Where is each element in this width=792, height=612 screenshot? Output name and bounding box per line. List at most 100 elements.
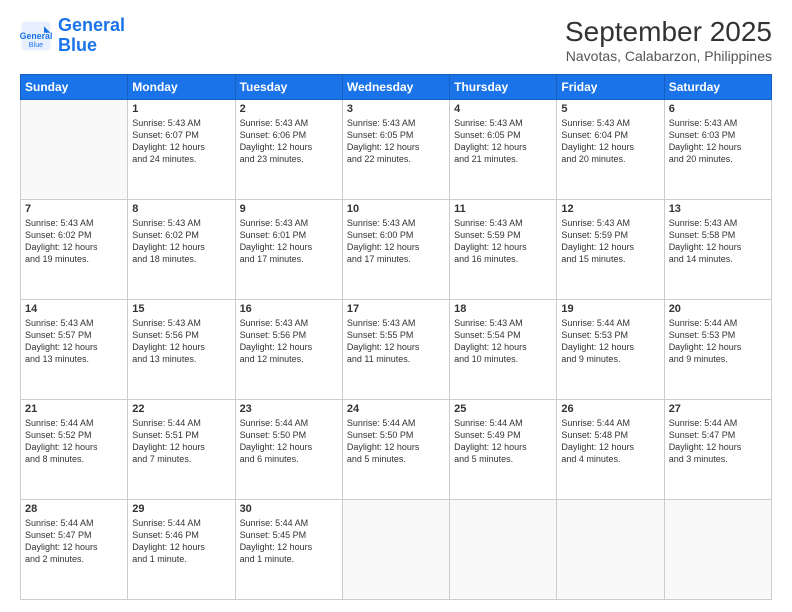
calendar-cell	[450, 500, 557, 600]
day-info: Sunrise: 5:44 AM Sunset: 5:49 PM Dayligh…	[454, 417, 552, 466]
col-wednesday: Wednesday	[342, 75, 449, 100]
day-number: 4	[454, 103, 552, 115]
day-info: Sunrise: 5:43 AM Sunset: 6:06 PM Dayligh…	[240, 117, 338, 166]
calendar-cell: 14 Sunrise: 5:43 AM Sunset: 5:57 PM Dayli…	[21, 300, 128, 400]
day-number: 6	[669, 103, 767, 115]
calendar-cell: 9Sunrise: 5:43 AM Sunset: 6:01 PM Daylig…	[235, 200, 342, 300]
day-number: 21	[25, 403, 123, 415]
day-info: Sunrise: 5:43 AM Sunset: 6:05 PM Dayligh…	[454, 117, 552, 166]
day-number: 24	[347, 403, 445, 415]
day-info: Sunrise: 5:43 AM Sunset: 6:03 PM Dayligh…	[669, 117, 767, 166]
day-info: Sunrise: 5:43 AM Sunset: 5:59 PM Dayligh…	[561, 217, 659, 266]
day-number: 22	[132, 403, 230, 415]
calendar-week-4: 21Sunrise: 5:44 AM Sunset: 5:52 PM Dayli…	[21, 400, 772, 500]
day-number: 26	[561, 403, 659, 415]
calendar-cell: 26 Sunrise: 5:44 AM Sunset: 5:48 PM Dayli…	[557, 400, 664, 500]
calendar-week-1: 1 Sunrise: 5:43 AM Sunset: 6:07 PM Daylig…	[21, 100, 772, 200]
calendar-subtitle: Navotas, Calabarzon, Philippines	[565, 48, 772, 64]
calendar-cell: 4 Sunrise: 5:43 AM Sunset: 6:05 PM Daylig…	[450, 100, 557, 200]
day-number: 5	[561, 103, 659, 115]
calendar-cell	[664, 500, 771, 600]
col-monday: Monday	[128, 75, 235, 100]
day-number: 23	[240, 403, 338, 415]
calendar-cell: 16Sunrise: 5:43 AM Sunset: 5:56 PM Dayli…	[235, 300, 342, 400]
day-number: 1	[132, 103, 230, 115]
calendar-cell: 3 Sunrise: 5:43 AM Sunset: 6:05 PM Daylig…	[342, 100, 449, 200]
calendar-week-5: 28Sunrise: 5:44 AM Sunset: 5:47 PM Dayli…	[21, 500, 772, 600]
calendar-cell: 24 Sunrise: 5:44 AM Sunset: 5:50 PM Dayli…	[342, 400, 449, 500]
day-info: Sunrise: 5:44 AM Sunset: 5:50 PM Dayligh…	[240, 417, 338, 466]
calendar-cell: 1 Sunrise: 5:43 AM Sunset: 6:07 PM Daylig…	[128, 100, 235, 200]
logo: General Blue General Blue	[20, 16, 125, 56]
day-info: Sunrise: 5:43 AM Sunset: 6:07 PM Dayligh…	[132, 117, 230, 166]
calendar-cell: 30Sunrise: 5:44 AM Sunset: 5:45 PM Dayli…	[235, 500, 342, 600]
day-number: 30	[240, 503, 338, 515]
calendar-cell: 22 Sunrise: 5:44 AM Sunset: 5:51 PM Dayli…	[128, 400, 235, 500]
title-block: September 2025 Navotas, Calabarzon, Phil…	[565, 16, 772, 64]
col-thursday: Thursday	[450, 75, 557, 100]
day-info: Sunrise: 5:44 AM Sunset: 5:48 PM Dayligh…	[561, 417, 659, 466]
calendar-title: September 2025	[565, 16, 772, 48]
calendar-cell: 15 Sunrise: 5:43 AM Sunset: 5:56 PM Dayli…	[128, 300, 235, 400]
calendar-cell: 13Sunrise: 5:43 AM Sunset: 5:58 PM Dayli…	[664, 200, 771, 300]
day-number: 29	[132, 503, 230, 515]
day-info: Sunrise: 5:43 AM Sunset: 6:02 PM Dayligh…	[25, 217, 123, 266]
logo-icon: General Blue	[20, 20, 52, 52]
calendar-week-3: 14 Sunrise: 5:43 AM Sunset: 5:57 PM Dayli…	[21, 300, 772, 400]
calendar-cell: 10 Sunrise: 5:43 AM Sunset: 6:00 PM Dayli…	[342, 200, 449, 300]
svg-text:Blue: Blue	[29, 40, 43, 49]
day-info: Sunrise: 5:44 AM Sunset: 5:53 PM Dayligh…	[669, 317, 767, 366]
day-number: 2	[240, 103, 338, 115]
calendar-cell: 29 Sunrise: 5:44 AM Sunset: 5:46 PM Dayli…	[128, 500, 235, 600]
calendar-cell: 11 Sunrise: 5:43 AM Sunset: 5:59 PM Dayli…	[450, 200, 557, 300]
day-info: Sunrise: 5:43 AM Sunset: 5:55 PM Dayligh…	[347, 317, 445, 366]
day-number: 14	[25, 303, 123, 315]
calendar-cell: 7 Sunrise: 5:43 AM Sunset: 6:02 PM Daylig…	[21, 200, 128, 300]
day-info: Sunrise: 5:44 AM Sunset: 5:46 PM Dayligh…	[132, 517, 230, 566]
day-info: Sunrise: 5:43 AM Sunset: 5:58 PM Dayligh…	[669, 217, 767, 266]
page: General Blue General Blue September 2025…	[0, 0, 792, 612]
day-number: 8	[132, 203, 230, 215]
day-info: Sunrise: 5:43 AM Sunset: 5:56 PM Dayligh…	[132, 317, 230, 366]
day-number: 7	[25, 203, 123, 215]
calendar-body: 1 Sunrise: 5:43 AM Sunset: 6:07 PM Daylig…	[21, 100, 772, 600]
day-number: 15	[132, 303, 230, 315]
calendar-header: Sunday Monday Tuesday Wednesday Thursday…	[21, 75, 772, 100]
day-info: Sunrise: 5:43 AM Sunset: 6:05 PM Dayligh…	[347, 117, 445, 166]
day-number: 3	[347, 103, 445, 115]
calendar-cell: 21Sunrise: 5:44 AM Sunset: 5:52 PM Dayli…	[21, 400, 128, 500]
calendar-cell: 5Sunrise: 5:43 AM Sunset: 6:04 PM Daylig…	[557, 100, 664, 200]
day-number: 12	[561, 203, 659, 215]
calendar-cell: 2 Sunrise: 5:43 AM Sunset: 6:06 PM Daylig…	[235, 100, 342, 200]
day-number: 16	[240, 303, 338, 315]
day-info: Sunrise: 5:43 AM Sunset: 5:59 PM Dayligh…	[454, 217, 552, 266]
calendar-week-2: 7 Sunrise: 5:43 AM Sunset: 6:02 PM Daylig…	[21, 200, 772, 300]
calendar-cell: 25 Sunrise: 5:44 AM Sunset: 5:49 PM Dayli…	[450, 400, 557, 500]
col-tuesday: Tuesday	[235, 75, 342, 100]
calendar-cell	[557, 500, 664, 600]
col-sunday: Sunday	[21, 75, 128, 100]
day-number: 17	[347, 303, 445, 315]
day-number: 11	[454, 203, 552, 215]
col-friday: Friday	[557, 75, 664, 100]
day-info: Sunrise: 5:44 AM Sunset: 5:51 PM Dayligh…	[132, 417, 230, 466]
day-number: 19	[561, 303, 659, 315]
calendar-cell: 12 Sunrise: 5:43 AM Sunset: 5:59 PM Dayli…	[557, 200, 664, 300]
day-number: 9	[240, 203, 338, 215]
day-number: 27	[669, 403, 767, 415]
calendar-cell: 23 Sunrise: 5:44 AM Sunset: 5:50 PM Dayli…	[235, 400, 342, 500]
calendar-table: Sunday Monday Tuesday Wednesday Thursday…	[20, 74, 772, 600]
day-number: 10	[347, 203, 445, 215]
day-number: 25	[454, 403, 552, 415]
calendar-cell: 27 Sunrise: 5:44 AM Sunset: 5:47 PM Dayli…	[664, 400, 771, 500]
calendar-cell: 20Sunrise: 5:44 AM Sunset: 5:53 PM Dayli…	[664, 300, 771, 400]
day-info: Sunrise: 5:44 AM Sunset: 5:50 PM Dayligh…	[347, 417, 445, 466]
calendar-cell: 17 Sunrise: 5:43 AM Sunset: 5:55 PM Dayli…	[342, 300, 449, 400]
calendar-cell: 28Sunrise: 5:44 AM Sunset: 5:47 PM Dayli…	[21, 500, 128, 600]
day-info: Sunrise: 5:43 AM Sunset: 5:57 PM Dayligh…	[25, 317, 123, 366]
logo-text: General Blue	[58, 16, 125, 56]
day-info: Sunrise: 5:44 AM Sunset: 5:47 PM Dayligh…	[669, 417, 767, 466]
day-info: Sunrise: 5:43 AM Sunset: 6:00 PM Dayligh…	[347, 217, 445, 266]
col-saturday: Saturday	[664, 75, 771, 100]
day-info: Sunrise: 5:44 AM Sunset: 5:53 PM Dayligh…	[561, 317, 659, 366]
